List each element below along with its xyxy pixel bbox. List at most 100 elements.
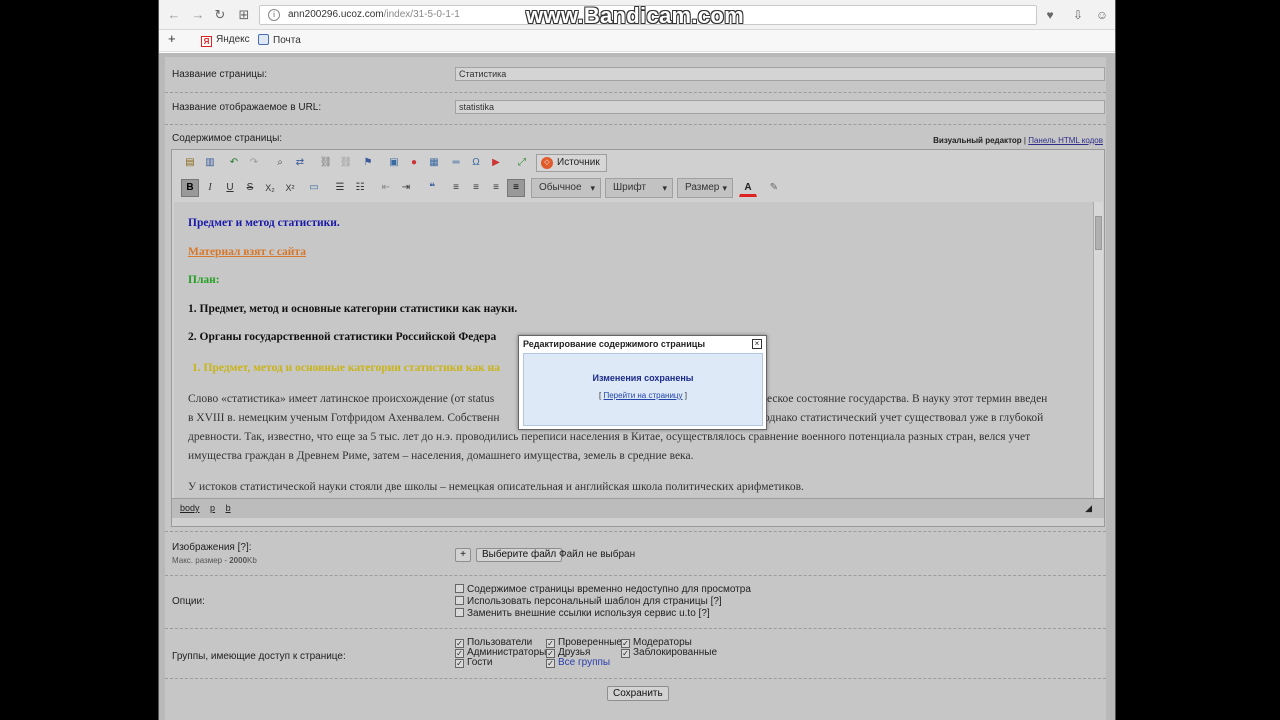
path-item-b[interactable]: b [226, 503, 231, 513]
strikethrough-button[interactable]: S [241, 179, 259, 197]
option-personal-template[interactable]: Использовать персональный шаблон для стр… [455, 596, 722, 607]
text-color-button[interactable]: A [739, 179, 757, 197]
font-dropdown[interactable]: Шрифт [605, 178, 673, 198]
choose-file-button[interactable]: Выберите файл [476, 548, 563, 562]
apps-grid-icon[interactable]: ⊞ [235, 6, 253, 24]
undo-icon[interactable]: ↶ [225, 154, 243, 172]
group-label: Все группы [558, 657, 611, 668]
size-dropdown[interactable]: Размер [677, 178, 733, 198]
help-link[interactable]: [?] [699, 608, 710, 619]
scrollbar-thumb[interactable] [1095, 216, 1102, 250]
bookmark-label: Почта [273, 35, 301, 46]
add-image-field-button[interactable]: + [455, 548, 471, 562]
dialog-body: Изменения сохранены [ Перейти на страниц… [523, 353, 763, 426]
group-all[interactable]: ✓ Все группы [546, 657, 610, 668]
path-item-body[interactable]: body [180, 503, 200, 513]
checkbox-checked[interactable]: ✓ [546, 659, 555, 668]
content-title: Предмет и метод статистики. [188, 217, 340, 229]
user-account-icon[interactable]: ☺ [1093, 6, 1111, 24]
checkbox[interactable] [455, 596, 464, 605]
replace-icon[interactable]: ⇄ [291, 154, 309, 172]
back-icon[interactable]: ← [165, 6, 183, 24]
max-size-label: Макс. размер - [172, 556, 227, 565]
anchor-flag-icon[interactable]: ⚑ [359, 154, 377, 172]
favorite-heart-icon[interactable]: ♥ [1041, 6, 1059, 24]
superscript-button[interactable]: X² [281, 179, 299, 197]
underline-button[interactable]: U [221, 179, 239, 197]
source-button[interactable]: ◇ Источник [536, 154, 607, 172]
option-replace-links[interactable]: Заменить внешние ссылки используя сервис… [455, 608, 710, 619]
bracket-close: ] [684, 391, 687, 400]
save-button[interactable]: Сохранить [607, 686, 669, 701]
max-size-unit: Kb [247, 556, 257, 565]
group-label: Гости [467, 657, 493, 668]
bookmark-mail[interactable]: Почта [258, 34, 301, 46]
checkbox-checked[interactable]: ✓ [455, 659, 464, 668]
forward-icon[interactable]: → [189, 6, 207, 24]
url-name-label: Название отображаемое в URL: [172, 102, 322, 113]
resize-handle-icon[interactable]: ◢ [1085, 499, 1092, 517]
redo-icon[interactable]: ↷ [245, 154, 263, 172]
remove-format-icon[interactable]: ▭ [305, 179, 323, 197]
group-guests[interactable]: ✓ Гости [455, 657, 492, 668]
video-icon[interactable]: ▶ [487, 154, 505, 172]
options-label: Опции: [172, 596, 205, 607]
image-icon[interactable]: ▣ [385, 154, 403, 172]
paragraph-1-line-4: имущества граждан в Древнем Риме, затем … [188, 450, 694, 462]
flash-icon[interactable]: ● [405, 154, 423, 172]
indent-icon[interactable]: ⇥ [397, 179, 415, 197]
group-blocked[interactable]: ✓ Заблокированные [621, 647, 717, 658]
align-justify-icon[interactable]: ≡ [507, 179, 525, 197]
blockquote-icon[interactable]: ❝ [423, 179, 441, 197]
checkbox[interactable] [455, 584, 464, 593]
unlink-icon[interactable]: ⛓ [337, 154, 355, 172]
go-to-page-link[interactable]: Перейти на страницу [603, 391, 682, 400]
go-to-page-link-wrap: [ Перейти на страницу ] [524, 391, 762, 400]
dialog-title: Редактирование содержимого страницы [519, 336, 766, 352]
source-link[interactable]: Материал взят с сайта [188, 243, 1083, 262]
paste-word-icon[interactable]: ▥ [201, 154, 219, 172]
url-name-input[interactable]: statistika [455, 100, 1105, 114]
background-color-icon[interactable]: ✎ [765, 179, 783, 197]
bold-button[interactable]: B [181, 179, 199, 197]
page-name-input[interactable]: Статистика [455, 67, 1105, 81]
maximize-icon[interactable]: ⤢ [513, 154, 531, 172]
reload-icon[interactable]: ↻ [211, 6, 229, 24]
help-link[interactable]: [?] [711, 596, 722, 607]
close-icon[interactable]: × [752, 339, 762, 349]
editor-mode-switch: Визуальный редактор | Панель HTML кодов [933, 136, 1103, 145]
numbered-list-icon[interactable]: ☰ [331, 179, 349, 197]
outdent-icon[interactable]: ⇤ [377, 179, 395, 197]
editor-scrollbar[interactable] [1093, 202, 1103, 498]
format-dropdown[interactable]: Обычное [531, 178, 601, 198]
no-file-label: Файл не выбран [559, 549, 636, 560]
paste-icon[interactable]: ▤ [181, 154, 199, 172]
checkbox[interactable] [455, 608, 464, 617]
horizontal-rule-icon[interactable]: ═ [447, 154, 465, 172]
plan-item-1: 1. Предмет, метод и основные категории с… [188, 303, 518, 315]
align-right-icon[interactable]: ≡ [487, 179, 505, 197]
download-icon[interactable]: ⇩ [1069, 6, 1087, 24]
find-icon[interactable]: ⌕ [271, 154, 289, 172]
path-item-p[interactable]: p [210, 503, 215, 513]
italic-button[interactable]: I [201, 179, 219, 197]
site-info-icon[interactable]: i [268, 9, 280, 21]
bookmark-yandex[interactable]: Я Яндекс [201, 34, 250, 47]
images-label: Изображения [?]: [172, 542, 252, 553]
add-bookmark-icon[interactable]: + [168, 31, 176, 46]
bulleted-list-icon[interactable]: ☷ [351, 179, 369, 197]
table-icon[interactable]: ▦ [425, 154, 443, 172]
link-icon[interactable]: ⛓ [317, 154, 335, 172]
align-left-icon[interactable]: ≡ [447, 179, 465, 197]
align-center-icon[interactable]: ≡ [467, 179, 485, 197]
special-char-icon[interactable]: Ω [467, 154, 485, 172]
source-label: Источник [557, 157, 600, 168]
option-hide-page[interactable]: Содержимое страницы временно недоступно … [455, 584, 751, 595]
subscript-button[interactable]: X₂ [261, 179, 279, 197]
visual-editor-link[interactable]: Визуальный редактор [933, 136, 1022, 145]
bracket-open: [ [599, 391, 602, 400]
checkbox-checked[interactable]: ✓ [621, 649, 630, 658]
saved-message: Изменения сохранены [592, 373, 694, 383]
html-panel-link[interactable]: Панель HTML кодов [1028, 136, 1103, 145]
separator: | [1023, 136, 1026, 145]
